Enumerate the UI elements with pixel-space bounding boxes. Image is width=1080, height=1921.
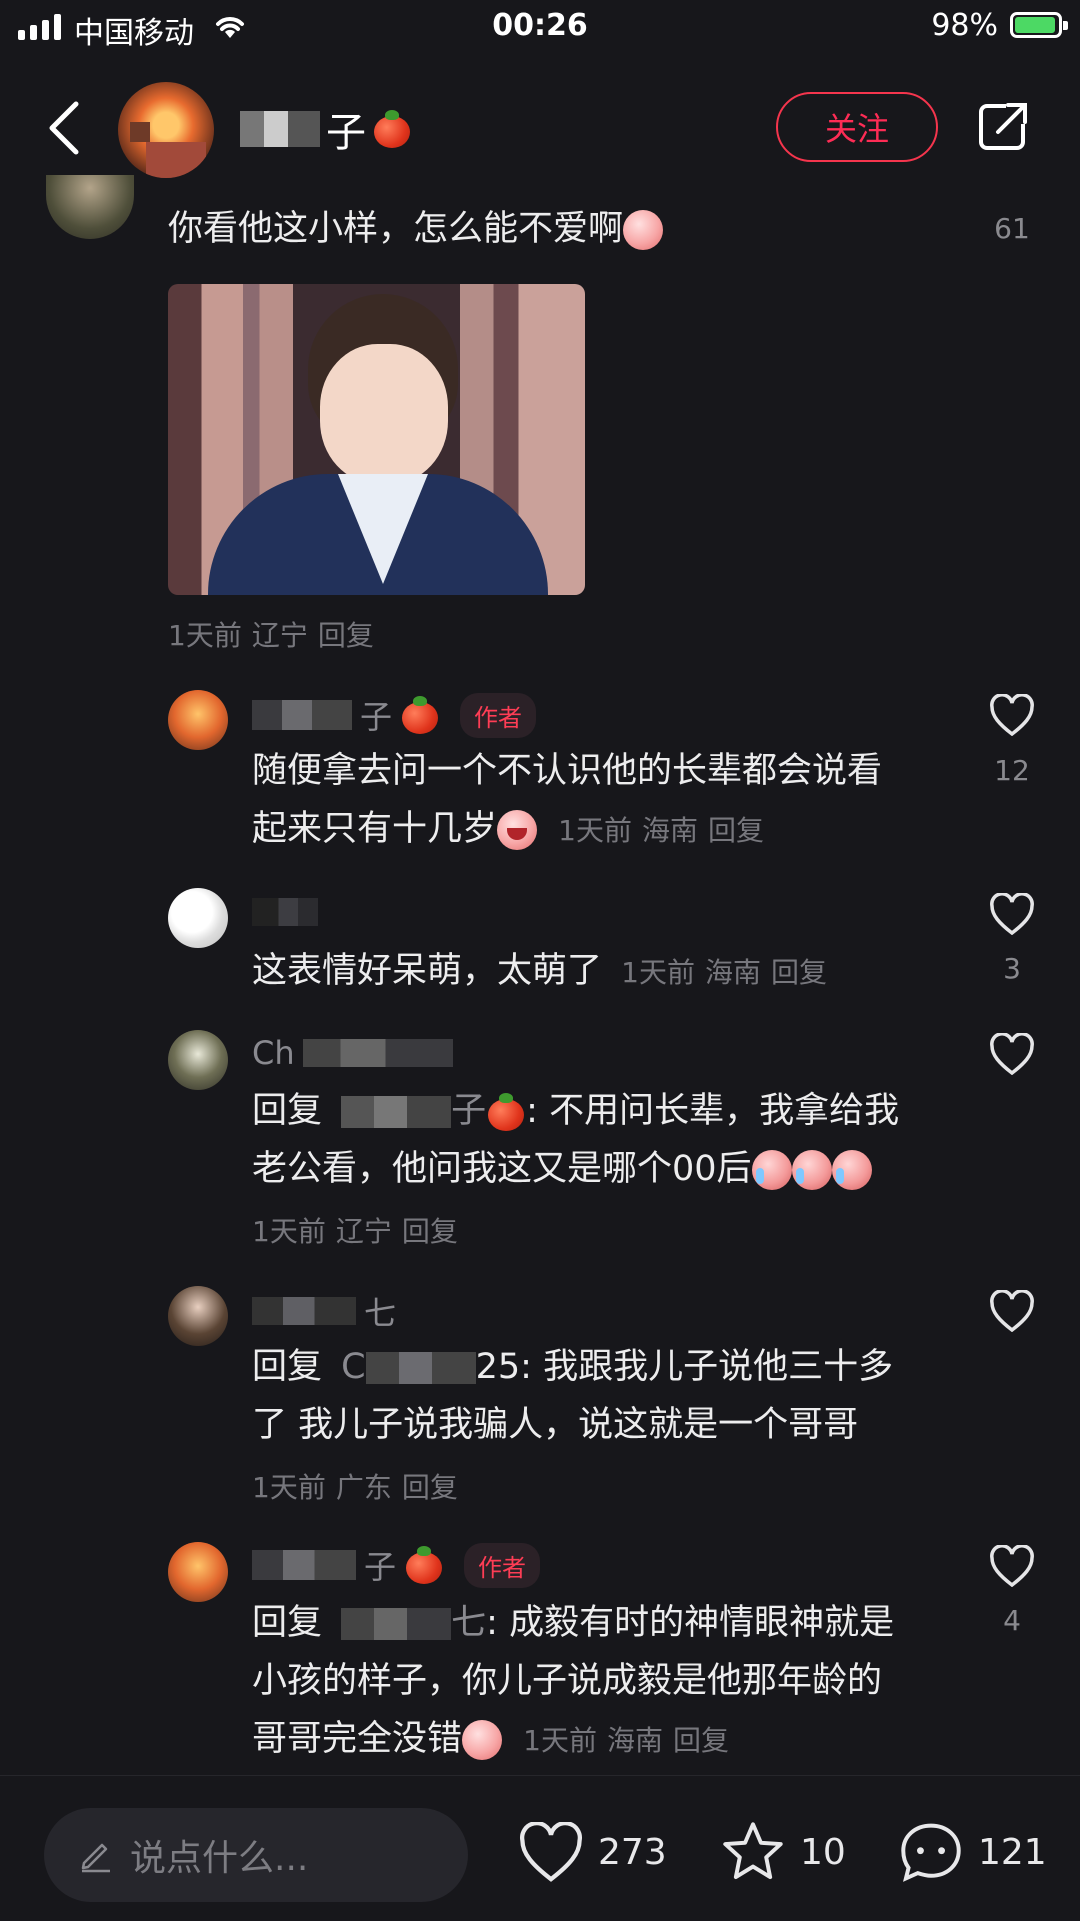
- share-icon[interactable]: [978, 100, 1030, 152]
- author-name-tail: 子: [326, 110, 366, 156]
- reply-username[interactable]: [252, 898, 318, 926]
- favorite-total: 10: [800, 1831, 846, 1873]
- commenter-avatar[interactable]: [46, 175, 134, 239]
- heart-icon: [520, 1822, 582, 1882]
- crying-emoji: [831, 1150, 872, 1190]
- reply-avatar[interactable]: [168, 1286, 228, 1346]
- reply-text: 回复 C 25: 我跟我儿子说他三十多 了 我儿子说我骗人，说这就是一个哥哥: [252, 1347, 894, 1445]
- reply-username[interactable]: Ch: [252, 1034, 453, 1072]
- like-button[interactable]: 273: [518, 1822, 667, 1882]
- tomato-emoji: [372, 110, 412, 148]
- comment-placeholder: 说点什么...: [130, 1838, 309, 1879]
- reply-meta: 1天前 海南 回复: [523, 1724, 730, 1757]
- like-total: 273: [598, 1831, 667, 1873]
- blush-emoji: [623, 210, 664, 250]
- heart-icon[interactable]: [989, 1033, 1035, 1075]
- like-count: 12: [994, 754, 1030, 787]
- reply-username[interactable]: 七: [252, 1288, 396, 1334]
- reply-avatar[interactable]: [168, 690, 228, 750]
- name-mosaic: [252, 1297, 356, 1325]
- comment-button[interactable]: 121: [898, 1820, 1047, 1884]
- like-count: 3: [1003, 952, 1021, 985]
- name-mosaic: [252, 1550, 356, 1580]
- reply-meta: 1天前 辽宁 回复: [252, 1215, 458, 1248]
- author-avatar[interactable]: [118, 82, 214, 178]
- star-icon: [723, 1822, 783, 1880]
- author-name[interactable]: 子: [240, 100, 412, 158]
- heart-icon[interactable]: [989, 1545, 1035, 1587]
- name-mosaic: [240, 111, 320, 147]
- heart-icon[interactable]: [989, 893, 1035, 935]
- comment-text: 你看他这小样，怎么能不爱啊: [168, 200, 664, 258]
- reply-text: 回复 七: 成毅有时的神情眼神就是 小孩的样子，你儿子说成毅是他那年龄的 哥哥完…: [252, 1603, 895, 1760]
- name-mosaic: [341, 1096, 452, 1128]
- reply-text: 这表情好呆萌，太萌了 1天前 海南 回复: [252, 942, 942, 1002]
- battery-icon: [1010, 12, 1068, 38]
- tomato-emoji: [404, 1546, 444, 1584]
- author-badge: 作者: [460, 692, 537, 738]
- clock: 00:26: [492, 8, 588, 43]
- comment-image[interactable]: [168, 284, 585, 595]
- reply-link[interactable]: 回复: [318, 619, 374, 652]
- like-count: 61: [994, 212, 1030, 245]
- reply-meta: 1天前 海南 回复: [621, 956, 828, 989]
- crying-emoji: [791, 1150, 832, 1190]
- name-mosaic: [252, 898, 318, 926]
- laugh-emoji: [497, 810, 538, 850]
- heart-icon[interactable]: [989, 1290, 1035, 1332]
- name-mosaic: [252, 700, 352, 730]
- reply-username[interactable]: 子 作者: [252, 1542, 541, 1588]
- reply-text: 回复 子: 不用问长辈，我拿给我 老公看，他问我这又是哪个00后: [252, 1091, 900, 1190]
- reply-link[interactable]: 回复: [673, 1724, 729, 1757]
- name-mosaic: [302, 1039, 453, 1067]
- crying-emoji: [751, 1150, 792, 1190]
- shy-emoji: [462, 1720, 503, 1760]
- tomato-emoji: [400, 696, 440, 734]
- heart-icon[interactable]: [989, 694, 1035, 736]
- reply-avatar[interactable]: [168, 1542, 228, 1602]
- reply-link[interactable]: 回复: [402, 1471, 458, 1504]
- comment-total: 121: [978, 1831, 1047, 1873]
- comment-meta: 1天前 辽宁 回复: [168, 619, 374, 652]
- reply-link[interactable]: 回复: [708, 814, 764, 847]
- pencil-icon: [81, 1843, 110, 1873]
- author-badge: 作者: [464, 1542, 541, 1588]
- reply-text: 随便拿去问一个不认识他的长辈都会说看 起来只有十几岁 1天前 海南 回复: [252, 751, 883, 850]
- reply-link[interactable]: 回复: [771, 956, 827, 989]
- name-mosaic: [365, 1352, 476, 1384]
- comment-input[interactable]: 说点什么...: [44, 1808, 468, 1902]
- like-count: 4: [1003, 1604, 1021, 1637]
- reply-avatar[interactable]: [168, 888, 228, 948]
- name-mosaic: [341, 1608, 452, 1640]
- battery-percent: 98%: [931, 8, 998, 43]
- status-bar: 中国移动 00:26 98%: [0, 0, 1080, 56]
- follow-button[interactable]: 关注: [776, 92, 938, 162]
- tomato-emoji: [486, 1093, 526, 1131]
- reply-username[interactable]: 子 作者: [252, 692, 537, 738]
- favorite-button[interactable]: 10: [720, 1820, 846, 1884]
- reply-meta: 1天前 海南 回复: [558, 814, 765, 847]
- comment-icon: [901, 1823, 961, 1882]
- reply-link[interactable]: 回复: [402, 1215, 458, 1248]
- reply-avatar[interactable]: [168, 1030, 228, 1090]
- back-icon[interactable]: [46, 100, 82, 156]
- reply-meta: 1天前 广东 回复: [252, 1471, 458, 1504]
